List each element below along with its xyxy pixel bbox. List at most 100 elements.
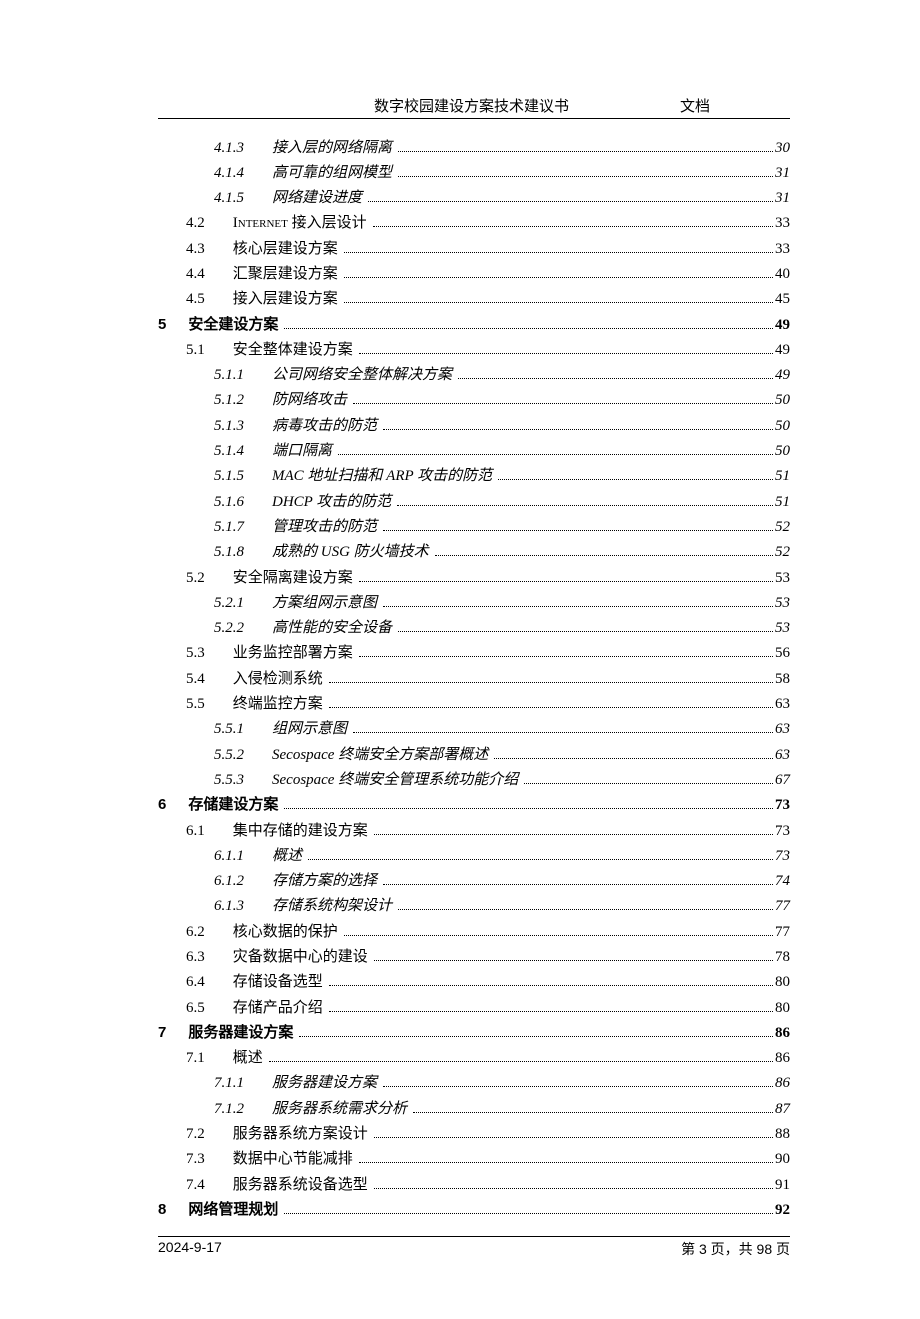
toc-leader-dots bbox=[299, 1022, 773, 1037]
toc-entry-title: 存储产品介绍 bbox=[233, 1001, 323, 1016]
toc-entry-title: 安全整体建设方案 bbox=[233, 343, 353, 358]
toc-entry-title: 存储系统构架设计 bbox=[272, 899, 392, 914]
toc-leader-dots bbox=[359, 643, 773, 658]
toc-entry-number: 7 bbox=[158, 1025, 166, 1040]
toc-leader-dots bbox=[383, 1073, 773, 1088]
toc-entry-title: 接入层建设方案 bbox=[233, 292, 338, 307]
toc-entry-page: 77 bbox=[775, 899, 790, 914]
toc-entry-title: 集中存储的建设方案 bbox=[233, 824, 368, 839]
toc-leader-dots bbox=[329, 694, 773, 709]
toc-entry-page: 78 bbox=[775, 950, 790, 965]
toc-entry: 5安全建设方案49 bbox=[158, 314, 790, 333]
toc-entry-title: DHCP 攻击的防范 bbox=[272, 495, 391, 510]
toc-entry-number: 7.3 bbox=[186, 1152, 205, 1167]
toc-entry-number: 4.5 bbox=[186, 292, 205, 307]
toc-entry-page: 53 bbox=[775, 621, 790, 636]
toc-entry-page: 33 bbox=[775, 242, 790, 257]
toc-entry: 4.1.5网络建设进度31 bbox=[158, 188, 790, 207]
toc-entry: 5.5终端监控方案63 bbox=[158, 694, 790, 713]
toc-entry-number: 5.1.6 bbox=[214, 495, 244, 510]
toc-entry-number: 5.2.1 bbox=[214, 596, 244, 611]
toc-entry-number: 5.1.2 bbox=[214, 393, 244, 408]
toc-entry-page: 49 bbox=[775, 318, 790, 333]
toc-leader-dots bbox=[359, 1149, 773, 1164]
toc-entry-title: 方案组网示意图 bbox=[272, 596, 377, 611]
toc-entry: 5.2.1 方案组网示意图 53 bbox=[158, 592, 790, 611]
toc-entry: 7.4服务器系统设备选型91 bbox=[158, 1174, 790, 1193]
toc-entry-number: 5.2 bbox=[186, 571, 205, 586]
toc-entry: 7.2服务器系统方案设计88 bbox=[158, 1124, 790, 1143]
toc-entry: 5.1安全整体建设方案49 bbox=[158, 339, 790, 358]
toc-entry: 6.1.3存储系统构架设计77 bbox=[158, 896, 790, 915]
toc-entry: 5.5.1组网示意图63 bbox=[158, 719, 790, 738]
toc-entry-title: 防网络攻击 bbox=[272, 393, 347, 408]
toc-entry-number: 5.5.3 bbox=[214, 773, 244, 788]
toc-entry-number: 4.1.4 bbox=[214, 166, 244, 181]
toc-entry-number: 5.5 bbox=[186, 697, 205, 712]
toc-entry-number: 4.1.3 bbox=[214, 141, 244, 156]
toc-entry: 4.2Internet 接入层设计33 bbox=[158, 213, 790, 232]
toc-entry: 4.1.4高可靠的组网模型31 bbox=[158, 162, 790, 181]
header-title: 数字校园建设方案技术建议书 bbox=[158, 95, 680, 116]
toc-entry: 6.3灾备数据中心的建设78 bbox=[158, 947, 790, 966]
toc-entry-page: 40 bbox=[775, 267, 790, 282]
toc-entry: 6.1集中存储的建设方案73 bbox=[158, 820, 790, 839]
toc-entry-title: 核心层建设方案 bbox=[233, 242, 338, 257]
toc-leader-dots bbox=[458, 365, 773, 380]
toc-entry-number: 6 bbox=[158, 797, 166, 812]
toc-entry-page: 33 bbox=[775, 216, 790, 231]
toc-entry-title: 概述 bbox=[272, 849, 302, 864]
toc-entry-number: 4.1.5 bbox=[214, 191, 244, 206]
toc-leader-dots bbox=[353, 390, 773, 405]
toc-entry-number: 6.4 bbox=[186, 975, 205, 990]
toc-entry-title: 存储设备选型 bbox=[233, 975, 323, 990]
toc-entry: 7.1.1服务器建设方案86 bbox=[158, 1073, 790, 1092]
toc-entry-title: Internet 接入层设计 bbox=[233, 216, 367, 231]
toc-entry-title: 服务器建设方案 bbox=[188, 1026, 293, 1041]
toc-entry: 5.1.5MAC 地址扫描和 ARP 攻击的防范51 bbox=[158, 466, 790, 485]
toc-leader-dots bbox=[373, 213, 773, 228]
toc-entry-number: 5.1.5 bbox=[214, 469, 244, 484]
toc-entry-page: 86 bbox=[775, 1051, 790, 1066]
toc-entry-title: MAC 地址扫描和 ARP 攻击的防范 bbox=[272, 469, 492, 484]
toc-entry-number: 5.1 bbox=[186, 343, 205, 358]
toc-entry-title: 存储建设方案 bbox=[188, 798, 278, 813]
toc-leader-dots bbox=[269, 1048, 773, 1063]
toc-entry-number: 4.4 bbox=[186, 267, 205, 282]
toc-entry: 6.5存储产品介绍80 bbox=[158, 997, 790, 1016]
toc-entry: 7服务器建设方案86 bbox=[158, 1022, 790, 1041]
toc-leader-dots bbox=[359, 339, 773, 354]
toc-leader-dots bbox=[344, 238, 773, 253]
toc-leader-dots bbox=[353, 719, 773, 734]
toc-entry-number: 5.2.2 bbox=[214, 621, 244, 636]
toc-entry-page: 49 bbox=[775, 368, 790, 383]
toc-entry-title: 灾备数据中心的建设 bbox=[233, 950, 368, 965]
document-page: 数字校园建设方案技术建议书 文档 4.1.3接入层的网络隔离304.1.4高可靠… bbox=[0, 0, 920, 1319]
toc-entry: 5.5.2Secospace 终端安全方案部署概述63 bbox=[158, 744, 790, 763]
toc-entry-page: 53 bbox=[775, 596, 790, 611]
toc-entry-title: 服务器系统设备选型 bbox=[233, 1178, 368, 1193]
toc-entry-title: 成熟的 USG 防火墙技术 bbox=[272, 545, 429, 560]
toc-entry-page: 58 bbox=[775, 672, 790, 687]
toc-entry-number: 6.2 bbox=[186, 925, 205, 940]
toc-entry-title: 核心数据的保护 bbox=[233, 925, 338, 940]
toc-leader-dots bbox=[374, 947, 773, 962]
toc-entry-number: 6.5 bbox=[186, 1001, 205, 1016]
toc-leader-dots bbox=[329, 972, 773, 987]
toc-entry-page: 63 bbox=[775, 748, 790, 763]
toc-leader-dots bbox=[374, 1174, 773, 1189]
toc-entry-title: 存储方案的选择 bbox=[272, 874, 377, 889]
toc-entry: 7.1.2服务器系统需求分析87 bbox=[158, 1098, 790, 1117]
toc-entry: 6.1.2存储方案的选择74 bbox=[158, 871, 790, 890]
toc-entry: 4.4汇聚层建设方案40 bbox=[158, 263, 790, 282]
toc-entry-title: 高性能的安全设备 bbox=[272, 621, 392, 636]
toc-entry: 6.2核心数据的保护77 bbox=[158, 921, 790, 940]
toc-entry-page: 88 bbox=[775, 1127, 790, 1142]
toc-entry-number: 6.1.1 bbox=[214, 849, 244, 864]
toc-entry-number: 7.1.2 bbox=[214, 1102, 244, 1117]
toc-leader-dots bbox=[398, 137, 773, 152]
footer-date: 2024-9-17 bbox=[158, 1239, 681, 1259]
toc-entry: 5.1.7管理攻击的防范52 bbox=[158, 516, 790, 535]
toc-entry-number: 5 bbox=[158, 317, 166, 332]
toc-leader-dots bbox=[329, 668, 773, 683]
